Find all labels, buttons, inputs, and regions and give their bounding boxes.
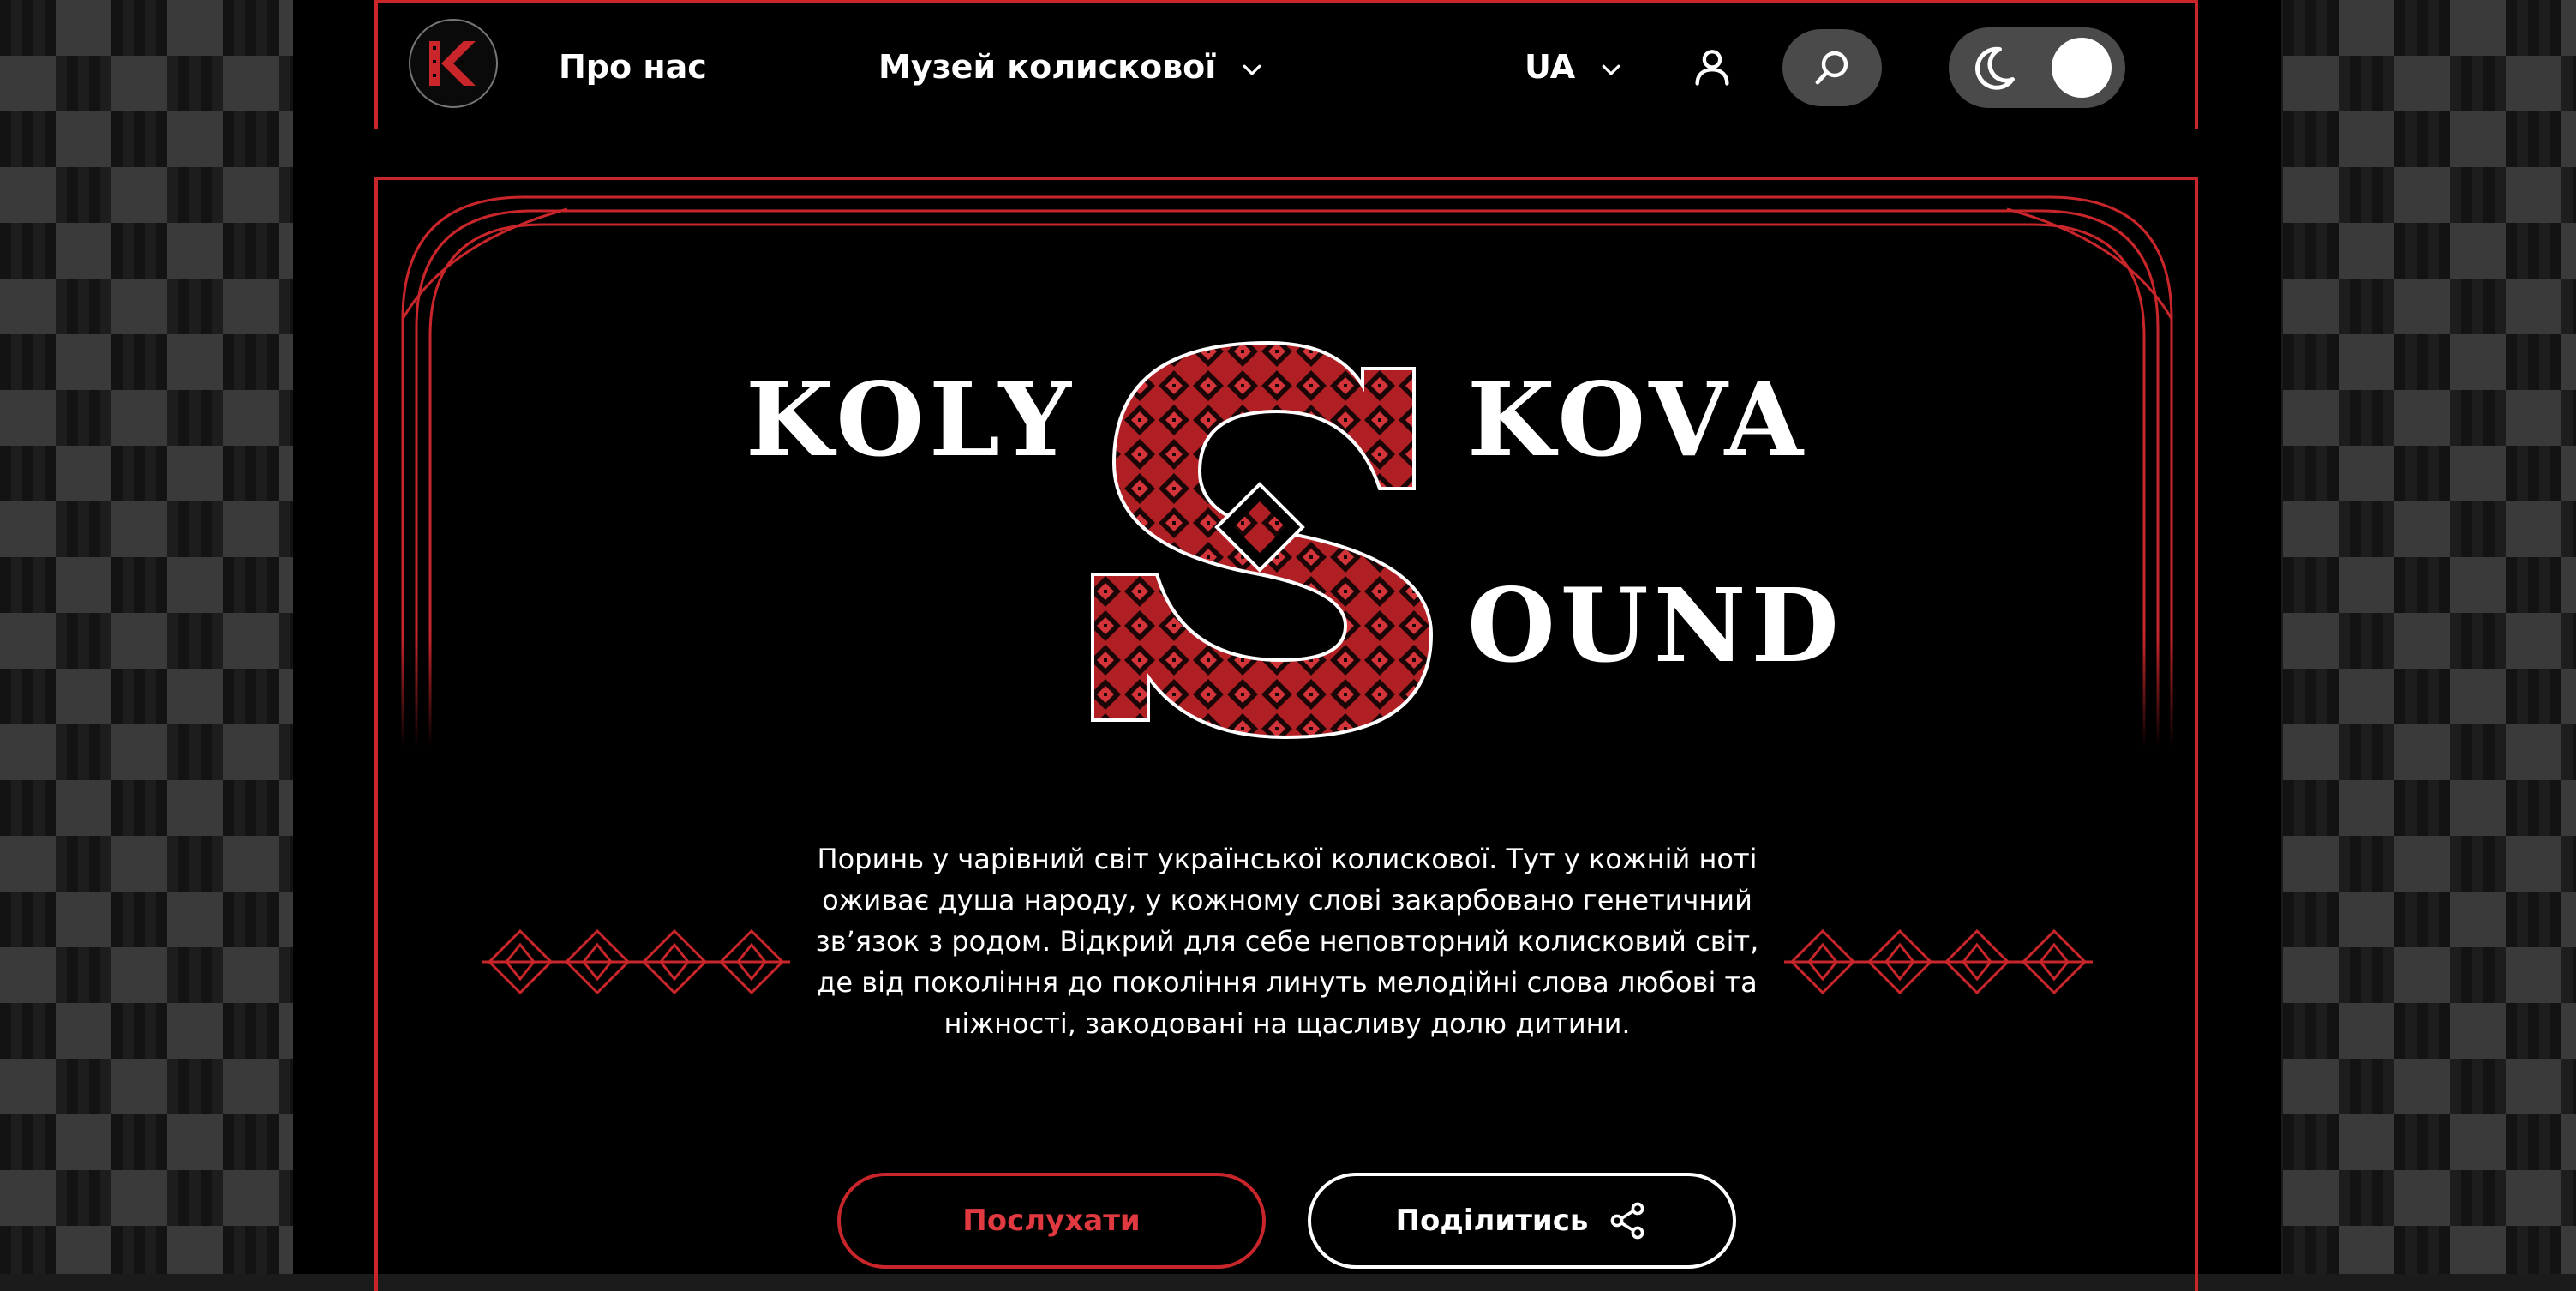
toggle-knob: [2052, 38, 2112, 98]
hero-tagline: Поринь у чарівний світ української колис…: [815, 843, 1759, 1040]
user-icon[interactable]: [1690, 45, 1734, 89]
ornament-left: [482, 928, 790, 995]
embroidery-pattern-right: [2283, 0, 2576, 1274]
theme-toggle[interactable]: [1949, 27, 2125, 108]
nav-museum-dropdown[interactable]: Музей колискової: [878, 43, 1265, 91]
nav-about-link[interactable]: Про нас: [559, 43, 707, 91]
listen-button-label: Послухати: [962, 1204, 1141, 1238]
ornament-right: [1784, 928, 2093, 995]
title-koly: KOLY: [746, 360, 1076, 479]
embroidered-s-logo: [1091, 340, 1434, 740]
listen-button[interactable]: Послухати: [837, 1173, 1266, 1269]
language-label: UA: [1525, 48, 1576, 86]
search-button[interactable]: [1782, 29, 1882, 106]
page-content: Про нас Музей колискової UA KOLY KOVA OU…: [293, 0, 2281, 1291]
nav-museum-label: Музей колискової: [878, 48, 1217, 86]
search-icon: [1815, 51, 1848, 85]
chevron-down-icon: [1602, 64, 1620, 75]
kolyskova-logo-icon[interactable]: [409, 19, 498, 108]
title-ound: OUND: [1467, 566, 1844, 685]
share-button-label: Поділитись: [1395, 1204, 1589, 1238]
language-selector[interactable]: UA: [1525, 43, 1624, 91]
share-button[interactable]: Поділитись: [1308, 1173, 1736, 1269]
title-kova: KOVA: [1467, 360, 1809, 479]
embroidery-pattern-left: [0, 0, 293, 1274]
nav-about-label: Про нас: [559, 48, 707, 86]
moon-icon: [1974, 46, 2015, 90]
chevron-down-icon: [1243, 64, 1261, 75]
share-icon: [1611, 1202, 1644, 1240]
